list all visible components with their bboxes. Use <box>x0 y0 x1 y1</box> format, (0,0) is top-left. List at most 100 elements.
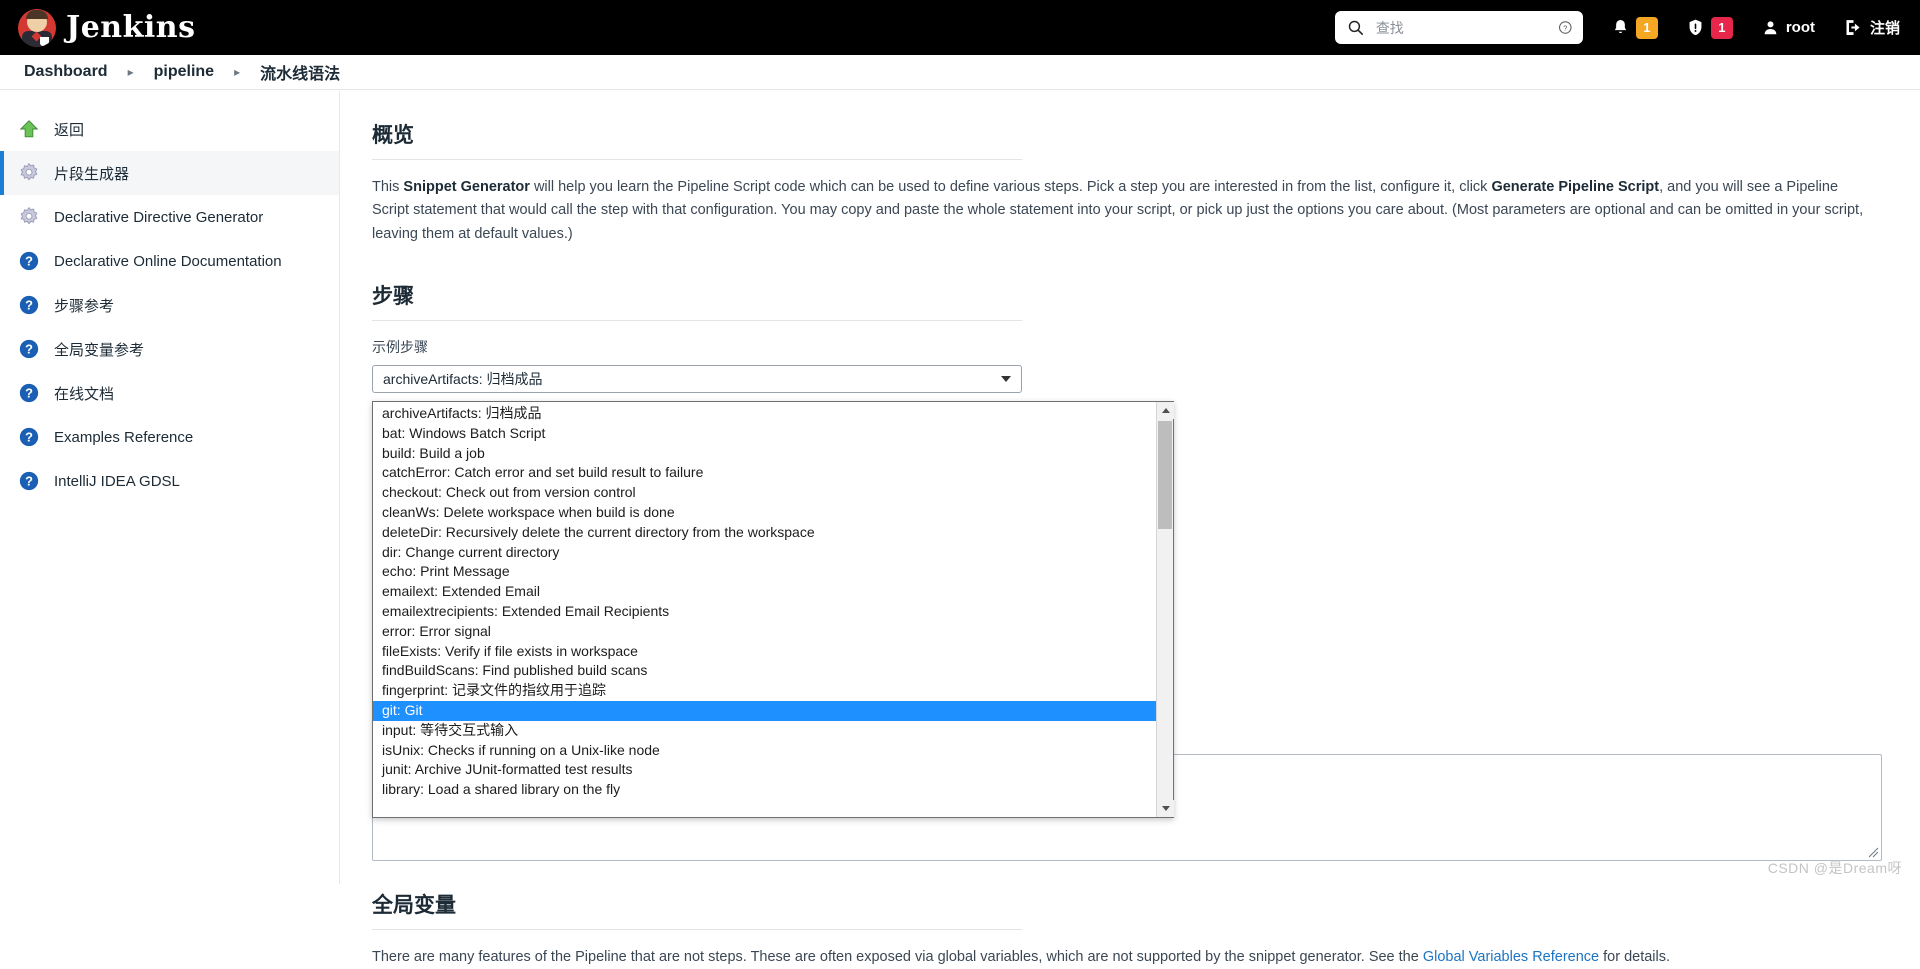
sidebar-item-global-variable-reference[interactable]: ? 全局变量参考 <box>0 327 339 371</box>
sidebar-item-label: IntelliJ IDEA GDSL <box>54 473 180 490</box>
dropdown-option[interactable]: checkout: Check out from version control <box>373 483 1156 503</box>
globals-divider <box>372 929 1022 930</box>
sample-step-dropdown[interactable]: archiveArtifacts: 归档成品 bat: Windows Batc… <box>372 401 1174 818</box>
search-input[interactable] <box>1374 19 1548 37</box>
help-icon: ? <box>18 426 40 448</box>
app-header: Jenkins ? 1 <box>0 0 1920 55</box>
dropdown-option[interactable]: input: 等待交互式输入 <box>373 721 1156 741</box>
globals-title: 全局变量 <box>372 889 1882 919</box>
sidebar-item-snippet-generator[interactable]: 片段生成器 <box>0 151 339 195</box>
gear-icon <box>18 206 40 228</box>
scroll-up-arrow-icon[interactable] <box>1157 402 1174 419</box>
sidebar: 返回 片段生成器 Declarative Directive Generator… <box>0 91 340 884</box>
sidebar-item-examples-reference[interactable]: ? Examples Reference <box>0 415 339 459</box>
sidebar-item-declarative-directive-generator[interactable]: Declarative Directive Generator <box>0 195 339 239</box>
dropdown-option[interactable]: catchError: Catch error and set build re… <box>373 463 1156 483</box>
sidebar-item-label: Declarative Online Documentation <box>54 253 282 270</box>
watermark: CSDN @是Dream呀 <box>1768 858 1902 878</box>
user-name-label: root <box>1786 19 1815 36</box>
svg-text:?: ? <box>25 386 33 401</box>
dropdown-option[interactable]: dir: Change current directory <box>373 543 1156 563</box>
page-layout: 返回 片段生成器 Declarative Directive Generator… <box>0 91 1920 884</box>
overview-bold-2: Generate Pipeline Script <box>1491 179 1659 195</box>
dropdown-option[interactable]: fileExists: Verify if file exists in wor… <box>373 642 1156 662</box>
dropdown-option[interactable]: findBuildScans: Find published build sca… <box>373 661 1156 681</box>
user-menu-button[interactable]: root <box>1761 18 1815 37</box>
logout-icon <box>1843 17 1864 38</box>
sidebar-item-online-documentation[interactable]: ? 在线文档 <box>0 371 339 415</box>
steps-divider <box>372 320 1022 321</box>
breadcrumb-item-current[interactable]: 流水线语法 <box>254 60 346 84</box>
global-variables-reference-link[interactable]: Global Variables Reference <box>1423 949 1599 965</box>
dropdown-option[interactable]: isUnix: Checks if running on a Unix-like… <box>373 741 1156 761</box>
sidebar-item-label: 全局变量参考 <box>54 339 144 360</box>
help-icon: ? <box>18 382 40 404</box>
scrollbar-thumb[interactable] <box>1158 421 1172 529</box>
svg-text:?: ? <box>25 430 33 445</box>
globals-text-2: for details. <box>1599 949 1670 965</box>
breadcrumb-item-pipeline[interactable]: pipeline <box>148 63 220 81</box>
sample-step-label: 示例步骤 <box>372 337 1872 357</box>
dropdown-option[interactable]: archiveArtifacts: 归档成品 <box>373 404 1156 424</box>
logout-label: 注销 <box>1870 17 1900 38</box>
sidebar-item-step-reference[interactable]: ? 步骤参考 <box>0 283 339 327</box>
sidebar-item-label: Examples Reference <box>54 429 193 446</box>
dropdown-option[interactable]: build: Build a job <box>373 444 1156 464</box>
overview-title: 概览 <box>372 119 1872 149</box>
overview-text-2: will help you learn the Pipeline Script … <box>530 179 1492 195</box>
dropdown-option[interactable]: library: Load a shared library on the fl… <box>373 780 1156 800</box>
shield-warning-icon <box>1686 18 1705 37</box>
sidebar-item-label: 步骤参考 <box>54 295 114 316</box>
gear-icon <box>18 162 40 184</box>
global-variables-section: 全局变量 There are many features of the Pipe… <box>372 889 1882 969</box>
breadcrumb: Dashboard ▸ pipeline ▸ 流水线语法 <box>0 55 1920 90</box>
dropdown-option[interactable]: emailext: Extended Email <box>373 582 1156 602</box>
help-circle-icon[interactable]: ? <box>1558 18 1573 37</box>
dropdown-option[interactable]: error: Error signal <box>373 622 1156 642</box>
notifications-badge: 1 <box>1636 17 1658 39</box>
svg-text:?: ? <box>25 474 33 489</box>
dropdown-option-list[interactable]: archiveArtifacts: 归档成品 bat: Windows Batc… <box>373 402 1156 817</box>
steps-section: 步骤 示例步骤 archiveArtifacts: 归档成品 <box>372 280 1872 393</box>
dropdown-option[interactable]: bat: Windows Batch Script <box>373 424 1156 444</box>
notifications-button[interactable]: 1 <box>1611 17 1658 39</box>
globals-text-1: There are many features of the Pipeline … <box>372 949 1423 965</box>
jenkins-butler-logo-icon <box>18 9 56 47</box>
sidebar-item-intellij-idea-gdsl[interactable]: ? IntelliJ IDEA GDSL <box>0 459 339 503</box>
dropdown-option[interactable]: deleteDir: Recursively delete the curren… <box>373 523 1156 543</box>
brand-title: Jenkins <box>66 10 195 45</box>
sidebar-item-back[interactable]: 返回 <box>0 107 339 151</box>
scroll-down-arrow-icon[interactable] <box>1157 800 1174 817</box>
search-icon <box>1347 19 1364 36</box>
logout-button[interactable]: 注销 <box>1843 17 1900 38</box>
sample-step-select[interactable]: archiveArtifacts: 归档成品 <box>372 365 1022 393</box>
breadcrumb-item-dashboard[interactable]: Dashboard <box>18 63 114 81</box>
dropdown-option[interactable]: emailextrecipients: Extended Email Recip… <box>373 602 1156 622</box>
overview-text-1: This <box>372 179 403 195</box>
breadcrumb-separator-icon: ▸ <box>114 65 148 79</box>
sidebar-item-label: 在线文档 <box>54 383 114 404</box>
sidebar-item-label: 片段生成器 <box>54 163 129 184</box>
overview-bold-1: Snippet Generator <box>403 179 530 195</box>
sidebar-item-declarative-online-documentation[interactable]: ? Declarative Online Documentation <box>0 239 339 283</box>
user-icon <box>1761 18 1780 37</box>
search-box[interactable]: ? <box>1335 11 1583 44</box>
resize-grip-icon[interactable] <box>1867 846 1879 858</box>
jenkins-home-link[interactable]: Jenkins <box>18 9 195 47</box>
dropdown-option[interactable]: junit: Archive JUnit-formatted test resu… <box>373 760 1156 780</box>
dropdown-option[interactable]: cleanWs: Delete workspace when build is … <box>373 503 1156 523</box>
svg-text:?: ? <box>25 254 33 269</box>
svg-text:?: ? <box>1564 23 1568 32</box>
dropdown-option[interactable]: fingerprint: 记录文件的指纹用于追踪 <box>373 681 1156 701</box>
dropdown-option-highlighted[interactable]: git: Git <box>373 701 1156 721</box>
sidebar-item-label: Declarative Directive Generator <box>54 209 263 226</box>
svg-text:?: ? <box>25 298 33 313</box>
alerts-badge: 1 <box>1711 17 1733 39</box>
chevron-down-icon <box>1001 376 1011 382</box>
dropdown-option[interactable]: echo: Print Message <box>373 562 1156 582</box>
help-icon: ? <box>18 250 40 272</box>
alerts-button[interactable]: 1 <box>1686 17 1733 39</box>
overview-divider <box>372 159 1022 160</box>
dropdown-scrollbar[interactable] <box>1156 402 1173 817</box>
sidebar-item-label: 返回 <box>54 119 84 140</box>
